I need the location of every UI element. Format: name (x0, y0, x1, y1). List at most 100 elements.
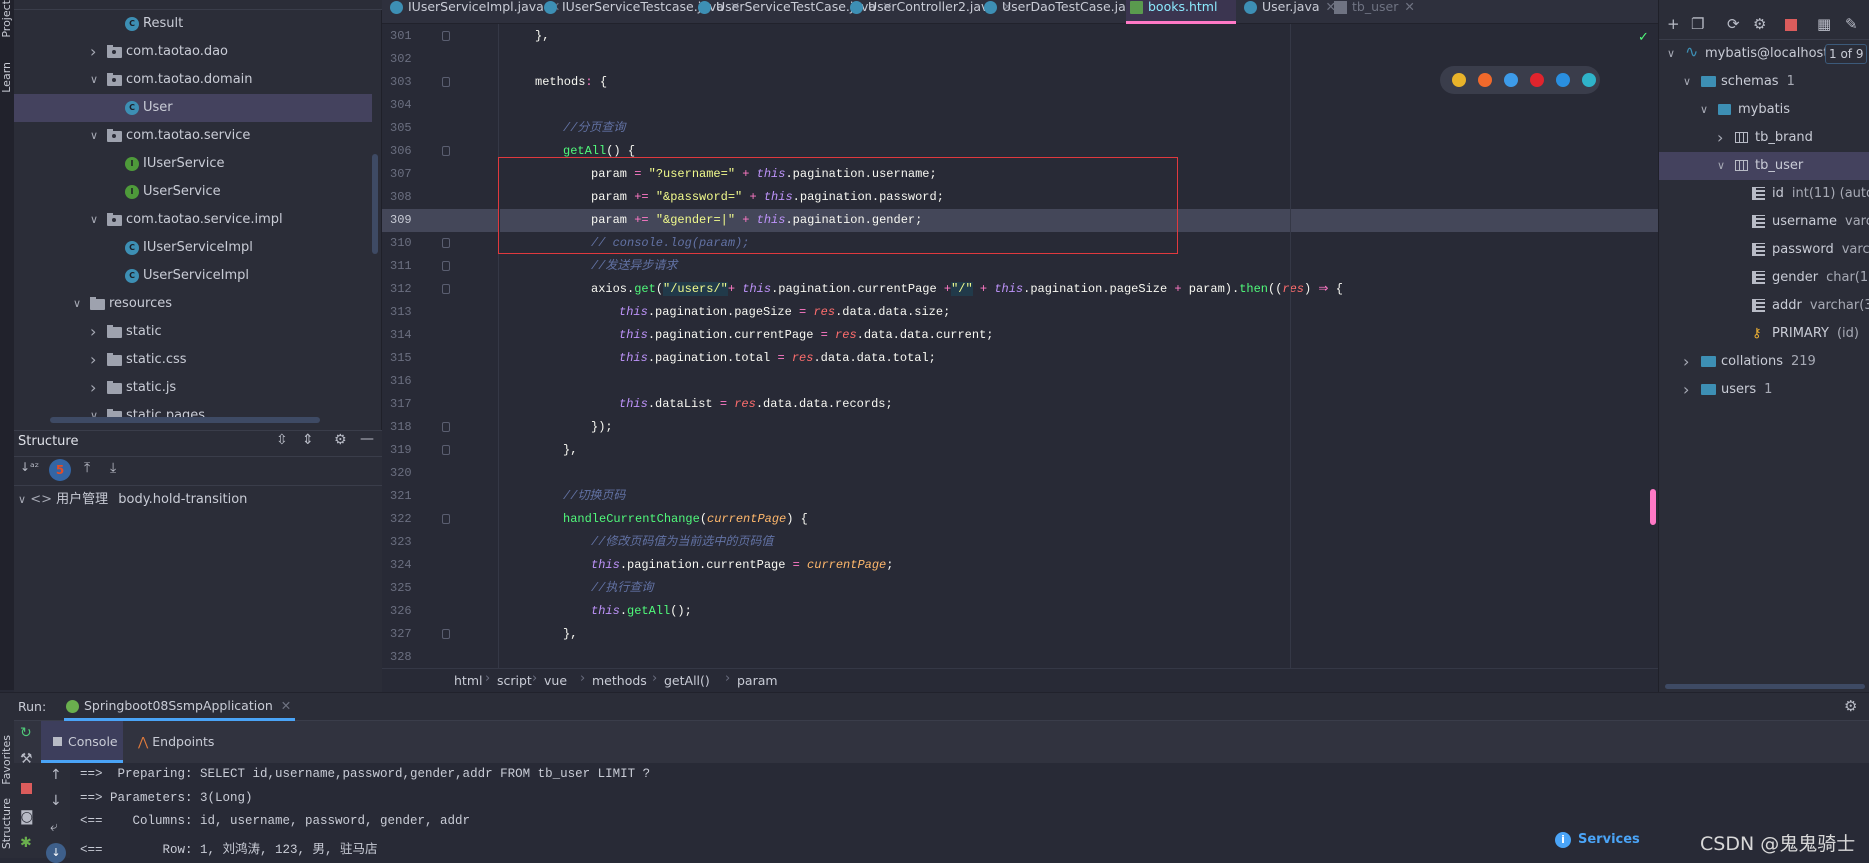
db-tree-item[interactable]: ∨ schemas 1 (1659, 68, 1869, 96)
fold-marker-icon[interactable] (442, 261, 450, 271)
services-notification-title[interactable]: Services (1578, 832, 1640, 847)
fold-marker-icon[interactable] (442, 445, 450, 455)
code-line[interactable] (500, 462, 1658, 485)
breadcrumb-item[interactable]: methods (592, 673, 647, 688)
chevron-down-icon[interactable]: ∨ (1667, 40, 1675, 68)
breadcrumb-item[interactable]: param (737, 673, 778, 688)
chevron-right-icon[interactable]: › (90, 38, 96, 66)
refresh-icon[interactable]: ⟳ (1727, 15, 1740, 33)
code-line[interactable]: this.getAll(); (500, 600, 1658, 623)
tree-item[interactable]: I IUserService (14, 150, 372, 178)
code-line[interactable]: //发送异步请求 (500, 255, 1658, 278)
tree-item[interactable]: C IUserServiceImpl (14, 234, 372, 262)
fold-marker-icon[interactable] (442, 514, 450, 524)
code-line[interactable]: this.dataList = res.data.data.records; (500, 393, 1658, 416)
chevron-down-icon[interactable]: ∨ (1717, 152, 1725, 180)
add-icon[interactable]: + (1667, 15, 1680, 33)
editor-tab[interactable]: books.html (1126, 0, 1236, 24)
favorites-side-tab[interactable]: Favorites (0, 735, 13, 785)
tab-endpoints[interactable]: ⋀ Endpoints (134, 721, 214, 763)
tree-item[interactable]: C UserServiceImpl (14, 262, 372, 290)
vertical-scrollbar[interactable] (372, 154, 378, 254)
db-tree-item[interactable]: ∨ mybatis (1659, 96, 1869, 124)
fold-marker-icon[interactable] (442, 77, 450, 87)
scroll-from-source-icon[interactable]: ⤒ (84, 460, 90, 476)
opera-browser-icon[interactable] (1530, 73, 1544, 87)
project-side-tab[interactable]: Project (0, 0, 13, 38)
code-line[interactable] (500, 646, 1658, 669)
code-line[interactable]: }); (500, 416, 1658, 439)
horizontal-scrollbar[interactable] (1665, 684, 1865, 689)
editor-tab[interactable]: IUserServiceTestcase.java ✕ (540, 0, 740, 24)
code-line[interactable]: axios.get("/users/"+ this.pagination.cur… (500, 278, 1658, 301)
breadcrumb-item[interactable]: getAll() (664, 673, 710, 688)
tree-item[interactable]: C User (14, 94, 372, 122)
code-line[interactable]: //执行查询 (500, 577, 1658, 600)
tree-item[interactable]: › com.taotao.dao (14, 38, 372, 66)
edge-browser-icon[interactable] (1582, 73, 1596, 87)
db-tree-item[interactable]: ⚷ PRIMARY (id) (1659, 320, 1869, 348)
editor-tab[interactable]: UserDaoTestCase.java✕ (980, 0, 1157, 24)
tree-item[interactable]: C Result (14, 10, 372, 38)
chevron-down-icon[interactable]: ∨ (90, 122, 98, 150)
db-tree-item[interactable]: password varchar (1659, 236, 1869, 264)
learn-side-tab[interactable]: Learn (0, 62, 13, 93)
wrench-icon[interactable]: ⚒ (20, 751, 33, 767)
db-tree-item[interactable]: › collations 219 (1659, 348, 1869, 376)
chevron-down-icon[interactable]: ∨ (90, 66, 98, 94)
editor-tab[interactable]: UserServiceTestCase.java ✕ (694, 0, 893, 24)
chevron-right-icon[interactable]: › (90, 346, 96, 374)
code-line[interactable]: handleCurrentChange(currentPage) { (500, 508, 1658, 531)
tree-item[interactable]: › static.js (14, 374, 372, 402)
no-problems-check-icon[interactable]: ✓ (1638, 30, 1649, 45)
db-tree-item[interactable]: gender char(1) (1659, 264, 1869, 292)
debug-icon[interactable]: ✱ (20, 835, 32, 851)
chevron-right-icon[interactable]: › (1683, 376, 1689, 404)
stop-icon[interactable] (21, 783, 32, 794)
structure-side-tab[interactable]: Structure (0, 798, 13, 849)
copy-icon[interactable]: ❐ (1691, 15, 1704, 33)
chevron-down-icon[interactable]: ∨ (1683, 68, 1691, 96)
scroll-to-source-icon[interactable]: ⤓ (110, 460, 116, 476)
expand-all-icon[interactable]: ⇳ (276, 432, 288, 448)
run-config-tab[interactable]: Springboot08SsmpApplication ✕ (64, 693, 296, 721)
horizontal-scrollbar[interactable] (50, 417, 320, 423)
tree-item[interactable]: ∨ com.taotao.domain (14, 66, 372, 94)
code-editor[interactable]: IUserServiceImpl.java✕IUserServiceTestca… (382, 0, 1658, 668)
code-line[interactable]: }, (500, 623, 1658, 646)
chevron-right-icon[interactable]: › (90, 318, 96, 346)
code-line[interactable]: //修改页码值为当前选中的页码值 (500, 531, 1658, 554)
code-line[interactable]: this.pagination.currentPage = currentPag… (500, 554, 1658, 577)
db-tree-item[interactable]: username varchar (1659, 208, 1869, 236)
arrow-up-icon[interactable]: ↑ (50, 767, 62, 783)
chevron-right-icon[interactable]: › (1683, 348, 1689, 376)
breadcrumb-item[interactable]: html (454, 673, 482, 688)
tree-item[interactable]: › static (14, 318, 372, 346)
safari-browser-icon[interactable] (1504, 73, 1518, 87)
breadcrumb-item[interactable]: vue (544, 673, 567, 688)
soft-wrap-icon[interactable]: ⤶ (50, 819, 58, 835)
html5-icon[interactable]: 5 (49, 459, 71, 481)
code-line[interactable]: //切换页码 (500, 485, 1658, 508)
table-view-icon[interactable]: ▦ (1817, 15, 1831, 33)
db-tree-item[interactable]: addr varchar(30) (1659, 292, 1869, 320)
structure-row[interactable]: ∨ <> 用户管理 body.hold-transition (18, 486, 247, 514)
fold-marker-icon[interactable] (442, 238, 450, 248)
code-line[interactable] (500, 370, 1658, 393)
chevron-down-icon[interactable]: ∨ (1700, 96, 1708, 124)
edit-icon[interactable]: ✎ (1845, 15, 1858, 33)
minimize-icon[interactable]: — (360, 431, 374, 447)
tab-console[interactable]: Console (41, 721, 123, 763)
firefox-browser-icon[interactable] (1478, 73, 1492, 87)
fold-marker-icon[interactable] (442, 146, 450, 156)
scroll-to-end-icon[interactable]: ↓ (46, 843, 66, 863)
db-tree-item[interactable]: › tb_brand (1659, 124, 1869, 152)
camera-icon[interactable]: ◙ (20, 809, 34, 825)
code-line[interactable] (500, 94, 1658, 117)
scroll-marker[interactable] (1650, 489, 1656, 525)
editor-tab[interactable]: tb_user ✕ (1330, 0, 1415, 24)
chevron-down-icon[interactable]: ∨ (90, 206, 98, 234)
chevron-down-icon[interactable]: ∨ (73, 290, 81, 318)
gear-icon[interactable]: ⚙ (1844, 697, 1857, 715)
close-tab-icon[interactable]: ✕ (1404, 0, 1414, 14)
